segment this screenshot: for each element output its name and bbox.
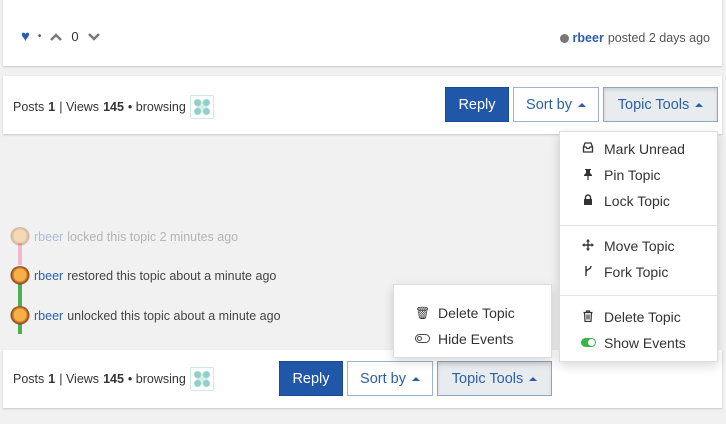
- caret-up-icon: [411, 376, 420, 381]
- trash-icon: 🗑: [415, 306, 431, 320]
- sort-label: Sort by: [526, 96, 572, 113]
- caret-up-icon: [529, 376, 538, 381]
- menu-item-hide-events[interactable]: Hide Events: [394, 331, 551, 347]
- menu-item-label: Move Topic: [604, 238, 675, 254]
- reply-label: Reply: [292, 370, 330, 387]
- menu-item-delete-topic[interactable]: 🗑 Delete Topic: [394, 305, 551, 321]
- event-text: unlocked this topic about a minute ago: [67, 309, 281, 323]
- post-votes: ♥ • 0: [21, 28, 101, 45]
- event-user-link[interactable]: rbeer: [34, 230, 63, 244]
- views-count: 145: [103, 100, 124, 114]
- status-dot-icon: [559, 33, 569, 43]
- menu-item-label: Hide Events: [438, 331, 514, 347]
- posts-count: 1: [48, 372, 56, 386]
- event-text: locked this topic 2 minutes ago: [67, 230, 239, 244]
- browsing-user-avatar[interactable]: [189, 367, 214, 391]
- event-item: rbeer unlocked this topic about a minute…: [10, 306, 281, 326]
- posts-count: 1: [48, 100, 56, 114]
- post-card: ♥ • 0 rbeer posted 2 days ago: [3, 0, 722, 66]
- event-text: restored this topic about a minute ago: [67, 269, 277, 283]
- event-item: rbeer restored this topic about a minute…: [10, 266, 276, 286]
- menu-item-delete-topic[interactable]: Delete Topic: [560, 309, 717, 325]
- menu-item-label: Delete Topic: [604, 309, 681, 325]
- menu-divider: [560, 225, 717, 226]
- posts-label: Posts: [13, 372, 45, 386]
- lock-icon: [581, 193, 595, 209]
- reply-label: Reply: [458, 96, 496, 113]
- move-arrows-icon: [581, 238, 595, 254]
- menu-item-label: Pin Topic: [604, 167, 661, 183]
- topic-tools-button[interactable]: Topic Tools: [437, 361, 552, 396]
- reply-button[interactable]: Reply: [445, 87, 509, 122]
- caret-up-icon: [695, 102, 704, 107]
- topic-tools-button[interactable]: Topic Tools: [603, 87, 718, 122]
- menu-item-fork-topic[interactable]: Fork Topic: [560, 264, 717, 280]
- code-fork-icon: [581, 265, 595, 280]
- event-item: rbeer locked this topic 2 minutes ago: [10, 227, 238, 247]
- chevron-up-icon[interactable]: [49, 30, 63, 44]
- browsing-label: • browsing: [127, 100, 186, 114]
- menu-item-mark-unread[interactable]: Mark Unread: [560, 141, 717, 157]
- views-count: 145: [103, 372, 124, 386]
- user-avatar[interactable]: [10, 227, 30, 247]
- separator-dot: •: [37, 31, 42, 42]
- menu-item-label: Fork Topic: [604, 264, 669, 280]
- sort-by-button[interactable]: Sort by: [513, 87, 599, 122]
- topic-tools-label: Topic Tools: [451, 370, 524, 387]
- menu-item-label: Show Events: [604, 335, 686, 351]
- trash-icon: [581, 309, 595, 325]
- topic-tools-dropdown: Mark Unread Pin Topic Lock Topic Move To…: [559, 131, 718, 362]
- toggle-off-icon: [415, 332, 430, 346]
- topic-toolbar-top: Posts 1 | Views 145 • browsing Reply Sor…: [3, 76, 722, 134]
- sort-label: Sort by: [360, 370, 406, 387]
- inbox-icon: [581, 142, 595, 156]
- posts-label: Posts: [13, 100, 45, 114]
- menu-divider: [560, 295, 717, 296]
- views-label: | Views: [59, 100, 100, 114]
- reply-button[interactable]: Reply: [279, 361, 343, 396]
- caret-up-icon: [577, 102, 586, 107]
- menu-item-label: Delete Topic: [438, 305, 515, 321]
- views-label: | Views: [59, 372, 100, 386]
- posted-time: posted 2 days ago: [607, 31, 710, 45]
- author-link[interactable]: rbeer: [573, 31, 604, 45]
- thumbtack-icon: [581, 168, 595, 183]
- event-user-link[interactable]: rbeer: [34, 309, 63, 323]
- topic-tools-label: Topic Tools: [617, 96, 690, 113]
- menu-item-pin-topic[interactable]: Pin Topic: [560, 167, 717, 183]
- heart-icon[interactable]: ♥: [21, 28, 30, 45]
- menu-item-show-events[interactable]: Show Events: [560, 335, 717, 351]
- sort-by-button[interactable]: Sort by: [347, 361, 433, 396]
- user-avatar[interactable]: [10, 306, 30, 326]
- chevron-down-icon[interactable]: [87, 30, 101, 44]
- menu-item-label: Lock Topic: [604, 193, 670, 209]
- user-avatar[interactable]: [10, 266, 30, 286]
- menu-item-lock-topic[interactable]: Lock Topic: [560, 193, 717, 209]
- vote-count: 0: [71, 29, 79, 44]
- menu-item-move-topic[interactable]: Move Topic: [560, 238, 717, 254]
- topic-stats: Posts 1 | Views 145 • browsing: [13, 95, 214, 119]
- toggle-on-icon: [581, 336, 596, 350]
- browsing-label: • browsing: [127, 372, 186, 386]
- menu-item-label: Mark Unread: [604, 141, 685, 157]
- post-author-info: rbeer posted 2 days ago: [559, 31, 710, 45]
- browsing-user-avatar[interactable]: [189, 95, 214, 119]
- topic-stats: Posts 1 | Views 145 • browsing: [13, 367, 214, 391]
- topic-tools-dropdown-bottom: 🗑 Delete Topic Hide Events: [393, 284, 552, 358]
- event-user-link[interactable]: rbeer: [34, 269, 63, 283]
